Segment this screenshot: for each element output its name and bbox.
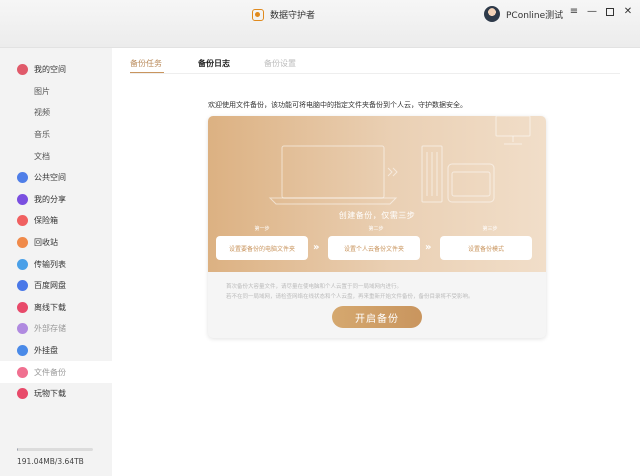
title-bar: 数据守护者 PConline测试 ≡ — ✕ [0,0,640,48]
sidebar-item-label: 外挂盘 [34,346,58,356]
step-1-button[interactable]: 设置要备份的电脑文件夹 [216,236,308,260]
storage-bar [17,448,93,451]
sidebar-item-pictures[interactable]: 图片 [0,81,112,103]
sidebar-item-label: 百度网盘 [34,281,66,291]
tab-backup-tasks[interactable]: 备份任务 [130,57,198,73]
step-3-button[interactable]: 设置备份模式 [440,236,532,260]
sidebar-item-label: 离线下载 [34,302,66,312]
sidebar-item-label: 文件备份 [34,367,66,377]
storage-usage: 191.04MB/3.64TB [17,448,93,466]
sidebar-item-public-space[interactable]: 公共空间 [0,167,112,189]
sidebar-item-label: 视频 [34,108,50,118]
sidebar-item-baidu-pan[interactable]: 百度网盘 [0,275,112,297]
minimize-button[interactable]: — [586,6,598,18]
sidebar-item-label: 我的空间 [34,65,66,75]
sidebar-item-documents[interactable]: 文档 [0,145,112,167]
description-line-2: 若不在同一局域网，请检查网络在线状态和个人云盘，再来重新开始文件备份，备份目录将… [226,294,474,300]
app-logo-icon [252,8,264,21]
safe-icon [17,215,28,227]
user-info[interactable]: PConline测试 [484,6,563,22]
sidebar-item-label: 文档 [34,151,50,161]
maximize-button[interactable] [604,6,616,18]
recycle-bin-icon [17,237,28,249]
sidebar-item-label: 图片 [34,86,50,96]
public-space-icon [17,172,28,184]
app-window: 数据守护者 PConline测试 ≡ — ✕ 我的空间 图片 视频 音乐 文档 … [0,0,640,476]
sidebar-item-offline-download[interactable]: 离线下载 [0,297,112,319]
sidebar-item-label: 外部存储 [34,324,66,334]
tab-bar: 备份任务 备份日志 备份设置 [130,57,324,73]
app-title-group: 数据守护者 [252,8,315,21]
description-line-1: 首次备份大容量文件，请尽量在使电脑和个人云置于同一局域网内进行。 [226,284,403,290]
maximize-icon [606,8,614,16]
banner-title: 创建备份，仅需三步 [338,211,416,220]
sidebar-item-my-space[interactable]: 我的空间 [0,59,112,81]
sidebar-item-my-share[interactable]: 我的分享 [0,189,112,211]
tab-backup-settings[interactable]: 备份设置 [264,57,324,73]
close-button[interactable]: ✕ [622,6,634,18]
backup-description: 首次备份大容量文件，请尽量在使电脑和个人云置于同一局域网内进行。 若不在同一局域… [226,282,474,302]
tab-label: 备份任务 [130,59,162,68]
start-backup-button[interactable]: 开启备份 [332,306,422,328]
tab-backup-log[interactable]: 备份日志 [198,57,264,73]
sidebar-item-wanwu-download[interactable]: 玩物下载 [0,383,112,405]
sidebar-item-videos[interactable]: 视频 [0,102,112,124]
menu-icon[interactable]: ≡ [568,6,580,18]
sidebar-item-file-backup[interactable]: 文件备份 [0,361,112,383]
step-2-label: 第二步 [368,226,384,232]
laptop-icon [281,145,385,199]
step-1-label: 第一步 [254,226,270,232]
sidebar-item-label: 音乐 [34,130,50,140]
tab-divider [130,73,620,74]
avatar[interactable] [484,6,500,22]
user-name[interactable]: PConline测试 [506,8,563,21]
transfer-icon [17,258,28,270]
baidu-pan-icon [17,280,28,292]
step-2-button[interactable]: 设置个人云备份文件夹 [328,236,420,260]
my-space-icon [17,64,28,76]
storage-bar-fill [17,448,18,451]
sidebar-nav: 我的空间 图片 视频 音乐 文档 公共空间 我的分享 保险箱 回收站 传输列表 … [0,48,112,405]
step-3-label: 第三步 [482,226,498,232]
sidebar-item-external-storage[interactable]: 外部存储 [0,318,112,340]
sidebar-item-label: 回收站 [34,238,58,248]
sidebar-item-external-disk[interactable]: 外挂盘 [0,340,112,362]
window-controls: ≡ — ✕ [568,6,634,18]
offline-download-icon [17,301,28,313]
storage-text: 191.04MB/3.64TB [17,457,84,466]
sidebar-item-label: 玩物下载 [34,389,66,399]
share-icon [17,193,28,205]
backup-card: 创建备份，仅需三步 第一步 第二步 第三步 设置要备份的电脑文件夹 » 设置个人… [208,116,546,338]
main-panel: 备份任务 备份日志 备份设置 欢迎使用文件备份，该功能可将电脑中的指定文件夹备份… [112,48,640,476]
chevron-right-icon: » [425,242,432,253]
external-storage-icon [17,323,28,335]
wanwu-download-icon [17,388,28,400]
sidebar-item-recycle-bin[interactable]: 回收站 [0,232,112,254]
tab-label: 备份设置 [264,59,296,68]
sidebar-item-safe[interactable]: 保险箱 [0,210,112,232]
file-backup-icon [17,366,28,378]
external-disk-icon [17,345,28,357]
backup-banner: 创建备份，仅需三步 第一步 第二步 第三步 设置要备份的电脑文件夹 » 设置个人… [208,116,546,272]
sidebar-item-label: 传输列表 [34,259,66,269]
sidebar-item-label: 公共空间 [34,173,66,183]
sidebar-item-music[interactable]: 音乐 [0,124,112,146]
intro-text: 欢迎使用文件备份，该功能可将电脑中的指定文件夹备份到个人云，守护数据安全。 [208,101,467,109]
sidebar-item-transfer-list[interactable]: 传输列表 [0,253,112,275]
chevron-right-icon: » [313,242,320,253]
sidebar: 我的空间 图片 视频 音乐 文档 公共空间 我的分享 保险箱 回收站 传输列表 … [0,48,112,476]
sidebar-item-label: 我的分享 [34,194,66,204]
sidebar-item-label: 保险箱 [34,216,58,226]
tab-label: 备份日志 [198,59,230,68]
app-title: 数据守护者 [270,11,316,21]
